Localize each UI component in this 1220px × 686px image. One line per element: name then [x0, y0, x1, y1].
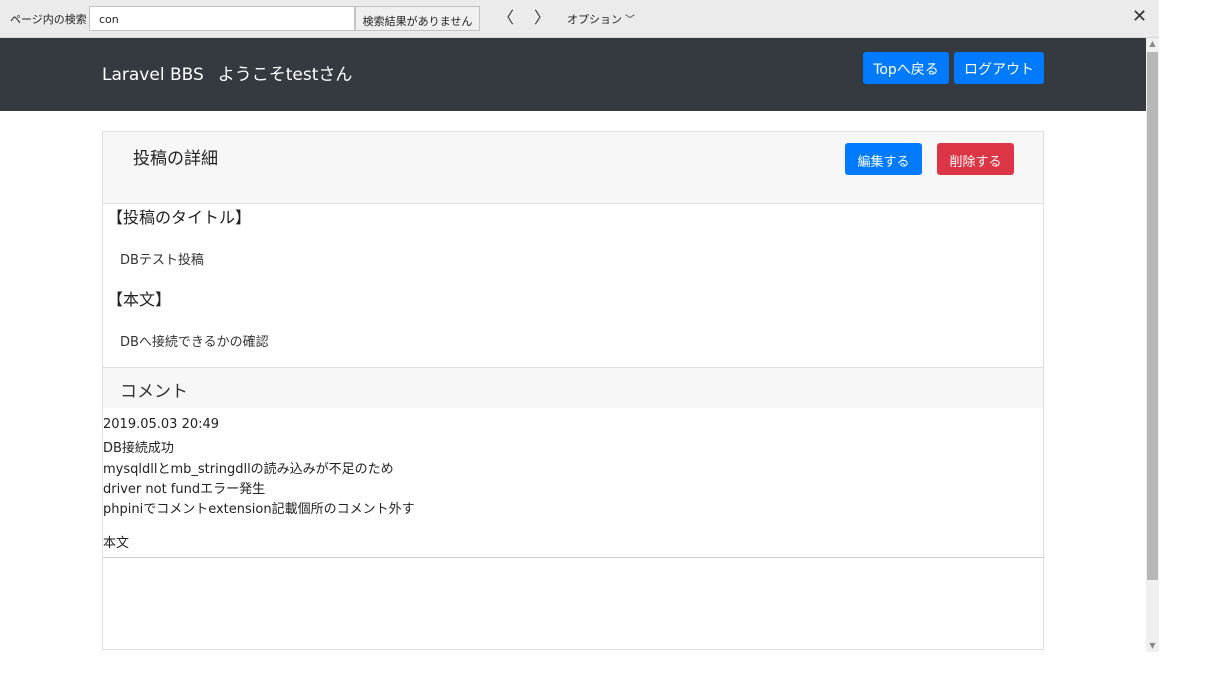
navbar: Laravel BBS ようこそtestさん Topへ戻る ログアウト	[0, 38, 1146, 111]
find-options-button[interactable]: オプション ﹀	[567, 11, 635, 27]
edit-button[interactable]: 編集する	[845, 143, 922, 175]
find-previous-icon[interactable]: 〈	[498, 8, 514, 28]
close-icon[interactable]: ✕	[1132, 6, 1147, 28]
vertical-scrollbar[interactable]: ▲ ▼	[1146, 38, 1159, 652]
scrollbar-thumb[interactable]	[1147, 52, 1158, 580]
comment-timestamp: 2019.05.03 20:49	[103, 417, 220, 432]
post-title-label: 【投稿のタイトル】	[107, 208, 252, 227]
logout-button[interactable]: ログアウト	[954, 52, 1044, 84]
window-gutter	[1159, 0, 1220, 686]
find-label: ページ内の検索	[10, 13, 87, 26]
scroll-up-icon[interactable]: ▲	[1146, 38, 1159, 50]
find-next-icon[interactable]: 〉	[534, 8, 550, 28]
welcome-text: ようこそtestさん	[217, 65, 353, 85]
find-in-page-bar: ページ内の検索 con 検索結果がありません 〈 〉 オプション ﹀ ✕	[0, 0, 1159, 38]
delete-button[interactable]: 削除する	[937, 143, 1014, 175]
navbar-brand[interactable]: Laravel BBS ようこそtestさん	[102, 60, 352, 85]
chevron-down-icon: ﹀	[625, 15, 635, 26]
comment-section-header: コメント	[103, 367, 1043, 408]
scroll-down-icon[interactable]: ▼	[1146, 640, 1159, 652]
comment-body-label: 本文	[103, 536, 130, 551]
post-body-value: DBへ接続できるかの確認	[120, 335, 269, 350]
comment-text-line: DB接続成功	[103, 441, 174, 456]
comment-text-line: driver not fundエラー発生	[103, 482, 266, 497]
find-input[interactable]: con	[89, 6, 355, 31]
brand-name: Laravel BBS	[102, 65, 204, 85]
post-title-value: DBテスト投稿	[120, 253, 204, 268]
back-to-top-button[interactable]: Topへ戻る	[863, 52, 949, 84]
comment-body-textarea[interactable]	[103, 557, 1043, 649]
comment-heading: コメント	[120, 382, 188, 402]
post-body-label: 【本文】	[107, 290, 172, 309]
post-detail-card: 投稿の詳細 編集する 削除する 【投稿のタイトル】 DBテスト投稿 【本文】 D…	[102, 131, 1044, 650]
find-options-label: オプション	[567, 13, 622, 26]
card-header: 投稿の詳細 編集する 削除する	[103, 132, 1043, 204]
find-result-status: 検索結果がありません	[355, 6, 480, 31]
comment-text-line: mysqldllとmb_stringdllの読み込みが不足のため	[103, 462, 394, 477]
comment-text-line: phpiniでコメントextension記載個所のコメント外す	[103, 502, 415, 517]
post-detail-heading: 投稿の詳細	[133, 149, 218, 169]
